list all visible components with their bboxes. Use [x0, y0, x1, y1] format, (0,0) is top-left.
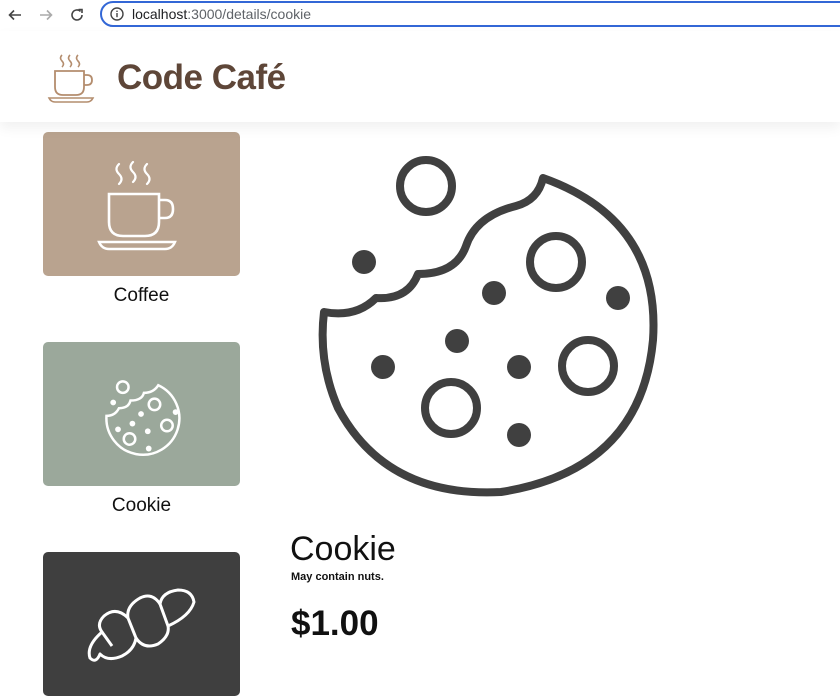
info-icon[interactable]: [110, 7, 124, 21]
product-list: Coffee Cookie: [0, 122, 280, 696]
reload-icon: [71, 8, 83, 21]
product-price: $1.00: [291, 604, 379, 643]
product-card-coffee[interactable]: Coffee: [43, 132, 240, 307]
forward-button[interactable]: [35, 4, 57, 26]
browser-toolbar: localhost:3000/details/cookie: [0, 0, 840, 30]
product-tile[interactable]: [43, 342, 240, 486]
site-title[interactable]: Code Café: [117, 58, 286, 98]
product-tile[interactable]: [43, 552, 240, 696]
coffee-cup-icon[interactable]: [46, 51, 98, 105]
back-arrow-icon: [8, 9, 21, 21]
product-name[interactable]: Coffee: [43, 285, 240, 307]
product-card-croissant[interactable]: [43, 552, 240, 696]
cookie-icon: [104, 380, 181, 456]
url-text: localhost:3000/details/cookie: [132, 6, 311, 22]
product-description: May contain nuts.: [291, 571, 384, 583]
reload-button[interactable]: [66, 4, 88, 26]
url-host: localhost: [132, 6, 188, 22]
croissant-icon: [87, 588, 195, 662]
back-button[interactable]: [4, 4, 26, 26]
product-name[interactable]: Cookie: [43, 495, 240, 517]
url-path: :3000/details/cookie: [187, 6, 312, 22]
coffee-cup-icon: [96, 160, 177, 251]
cookie-icon: [318, 156, 658, 497]
product-title: Cookie: [290, 530, 396, 568]
address-bar[interactable]: localhost:3000/details/cookie: [100, 1, 840, 27]
forward-arrow-icon: [40, 9, 53, 21]
product-tile[interactable]: [43, 132, 240, 276]
product-card-cookie[interactable]: Cookie: [43, 342, 240, 517]
site-header: Code Café: [0, 31, 840, 122]
